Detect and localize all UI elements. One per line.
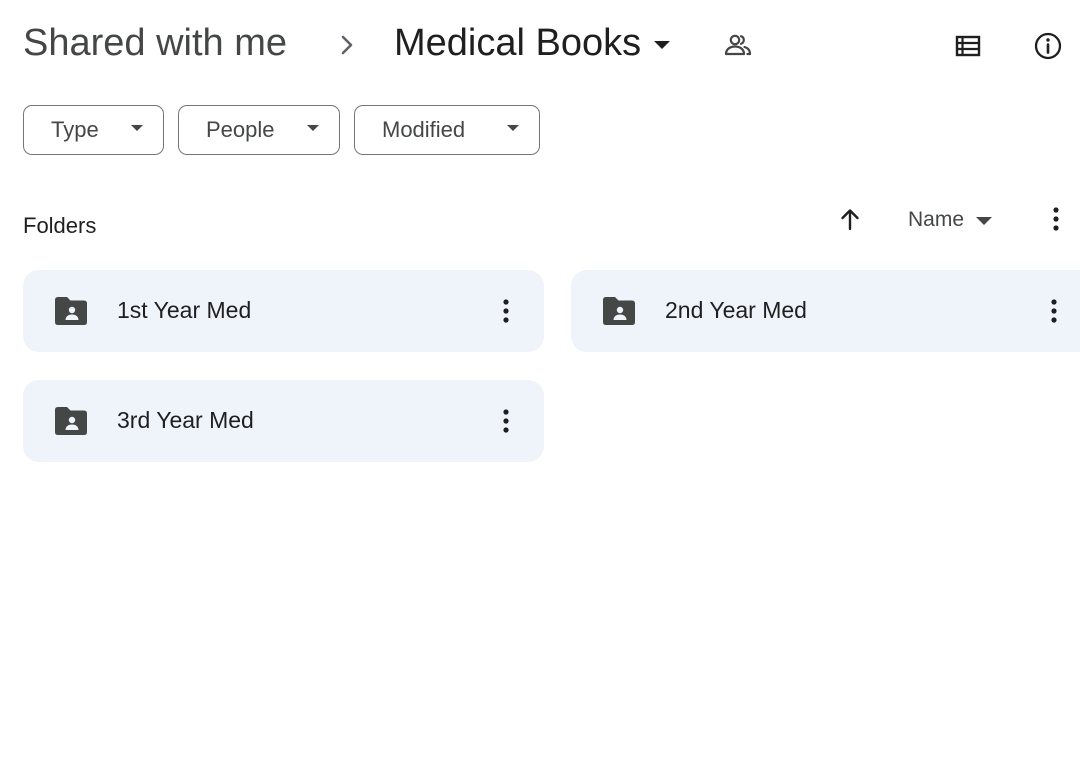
sort-field-label: Name: [908, 208, 965, 231]
info-icon[interactable]: [1032, 30, 1064, 62]
folder-name: 2nd Year Med: [665, 297, 807, 323]
list-view-icon[interactable]: [952, 30, 984, 62]
people-filter-chip[interactable]: People: [178, 105, 340, 155]
folders-section-label: Folders: [23, 213, 97, 238]
more-vert-icon[interactable]: [1038, 295, 1070, 327]
sort-by-name-button[interactable]: Name: [908, 208, 993, 232]
current-folder-title: Medical Books: [394, 22, 642, 64]
caret-down-icon: [307, 125, 319, 132]
type-filter-chip[interactable]: Type: [23, 105, 164, 155]
folder-card[interactable]: 1st Year Med: [23, 270, 544, 352]
chevron-right-icon: [334, 28, 362, 62]
people-filter-label: People: [206, 117, 275, 142]
more-vert-icon[interactable]: [490, 295, 522, 327]
breadcrumb-current-folder[interactable]: Medical Books: [394, 22, 671, 65]
folder-card[interactable]: 2nd Year Med: [571, 270, 1080, 352]
folder-card[interactable]: 3rd Year Med: [23, 380, 544, 462]
folder-name: 3rd Year Med: [117, 407, 254, 433]
type-filter-label: Type: [51, 117, 99, 142]
caret-down-icon: [131, 125, 143, 132]
caret-down-icon: [507, 125, 519, 132]
modified-filter-label: Modified: [382, 117, 466, 142]
caret-down-icon: [653, 40, 671, 50]
shared-folder-icon: [53, 406, 89, 436]
more-vert-icon[interactable]: [1040, 203, 1072, 235]
caret-down-icon: [976, 216, 993, 226]
people-icon[interactable]: [722, 30, 754, 62]
shared-folder-icon: [601, 296, 637, 326]
folder-name: 1st Year Med: [117, 297, 252, 323]
shared-folder-icon: [53, 296, 89, 326]
more-vert-icon[interactable]: [490, 405, 522, 437]
breadcrumb-root[interactable]: Shared with me: [23, 22, 287, 65]
sort-direction-arrow-up-icon[interactable]: [834, 203, 866, 235]
modified-filter-chip[interactable]: Modified: [354, 105, 540, 155]
